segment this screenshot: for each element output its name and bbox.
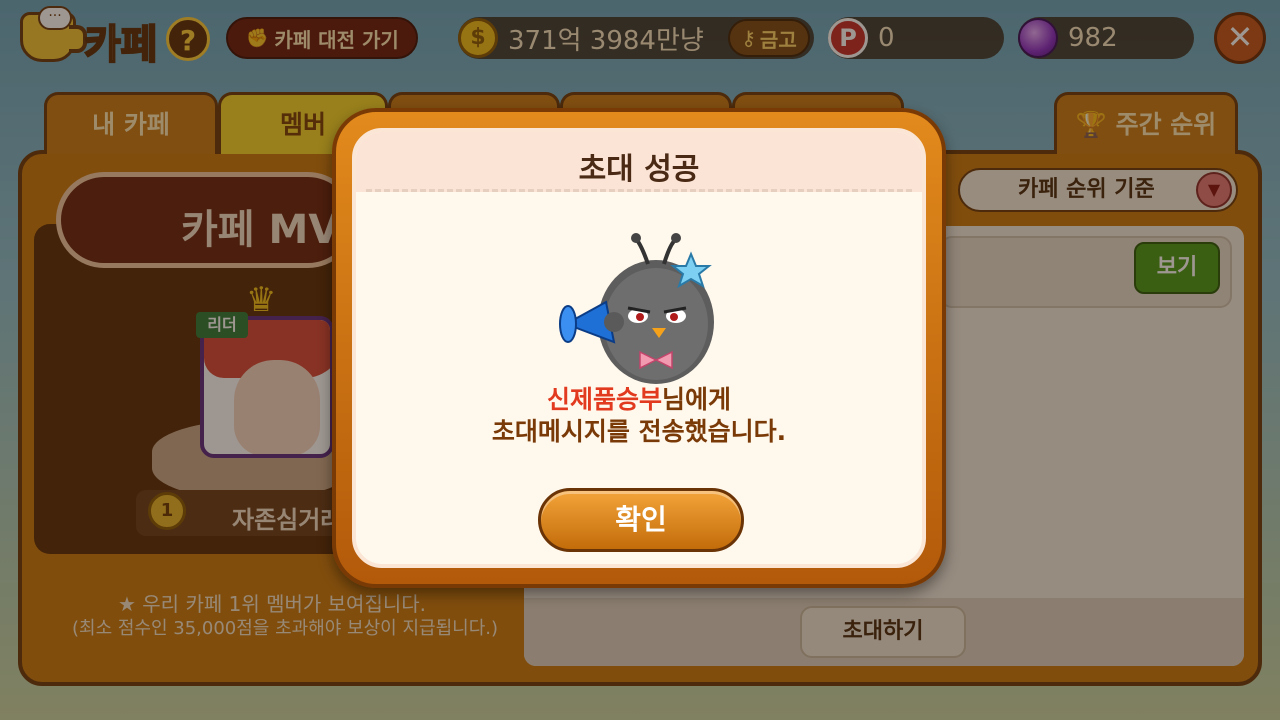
message-line2: 초대메시지를 전송했습니다.: [491, 417, 787, 446]
dialog-header: 초대 성공: [356, 132, 922, 192]
message-suffix: 님에게: [662, 385, 732, 414]
mascot-megaphone-icon: [559, 233, 714, 384]
recipient-name: 신제품승부: [546, 385, 662, 414]
dialog-body: 초대 성공 신제품승부님에게 초대메시지를 전송했습니다. 확인: [352, 128, 926, 568]
confirm-button[interactable]: 확인: [538, 488, 744, 552]
dialog-message: 신제품승부님에게 초대메시지를 전송했습니다.: [356, 384, 922, 448]
invite-success-dialog: 초대 성공 신제품승부님에게 초대메시지를 전송했습니다. 확인: [332, 108, 946, 588]
dialog-title: 초대 성공: [578, 152, 700, 187]
